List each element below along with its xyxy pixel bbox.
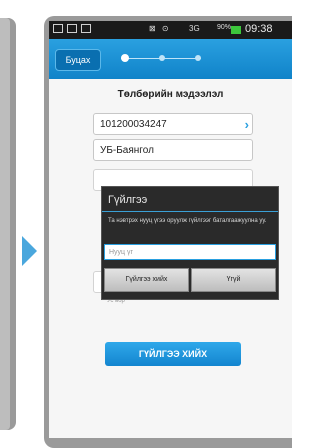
account-number-field[interactable]: 101200034247 › <box>93 113 253 135</box>
clock: 09:38 <box>245 23 273 35</box>
next-step-arrow-icon <box>22 236 37 266</box>
app-header: Буцах <box>49 39 292 79</box>
step-dot-3 <box>195 55 201 61</box>
confirm-transaction-button[interactable]: Гүйлгээ хийх <box>104 268 189 292</box>
step-indicator <box>121 54 201 62</box>
phone-screen: ⊠ ⊙ 3G 90% 09:38 Буцах Төлбөрийн мэдээлэ… <box>49 21 292 438</box>
branch-field[interactable]: УБ-Баянгол <box>93 139 253 161</box>
dialog-message: Та нэвтрэх нууц үгээ оруулж гүйлгээг бат… <box>108 218 267 224</box>
phone-frame: ⊠ ⊙ 3G 90% 09:38 Буцах Төлбөрийн мэдээлэ… <box>44 16 292 448</box>
dialog-title: Гүйлгээ <box>108 194 148 206</box>
make-transaction-button[interactable]: ГҮЙЛГЭЭ ХИЙХ <box>105 342 241 366</box>
usb-icon <box>53 24 63 33</box>
step-dot-2 <box>159 55 165 61</box>
back-button[interactable]: Буцах <box>55 49 101 71</box>
system-icons: ⊠ ⊙ <box>149 24 171 33</box>
page-title: Төлбөрийн мэдээлэл <box>117 89 224 100</box>
chevron-right-icon[interactable]: › <box>245 117 249 132</box>
previous-screen <box>0 18 10 430</box>
dialog-buttons: Гүйлгээ хийх Үгүй <box>104 268 276 292</box>
step-dot-1 <box>121 54 129 62</box>
status-bar: ⊠ ⊙ 3G 90% 09:38 <box>49 21 292 39</box>
previous-screen-frame <box>0 18 16 430</box>
image-icon <box>67 24 77 33</box>
dialog-divider <box>102 211 278 212</box>
account-number-value: 101200034247 <box>100 119 167 130</box>
battery-icon <box>231 26 241 34</box>
cancel-button[interactable]: Үгүй <box>191 268 276 292</box>
branch-value: УБ-Баянгол <box>100 145 154 156</box>
mail-icon <box>81 24 91 33</box>
notification-icons <box>53 24 95 35</box>
transaction-dialog: Гүйлгээ Та нэвтрэх нууц үгээ оруулж гүйл… <box>101 186 279 300</box>
password-input[interactable]: Нууц үг <box>104 244 276 260</box>
battery-percent: 90% <box>217 24 232 31</box>
signal-icon: 3G <box>189 24 200 33</box>
